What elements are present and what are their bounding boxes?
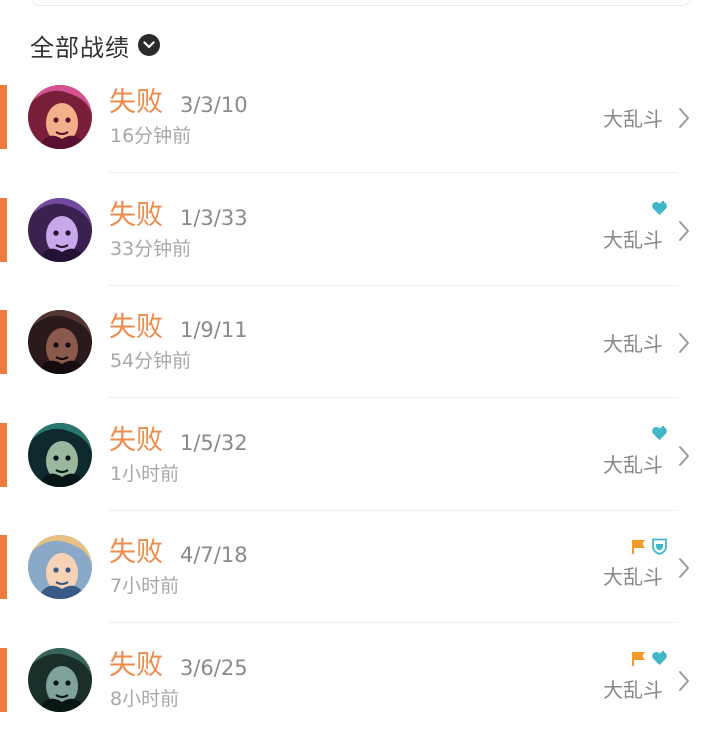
champion-avatar <box>28 85 92 149</box>
section-title: 全部战绩 <box>30 33 130 62</box>
champion-avatar <box>28 535 92 600</box>
result-indicator-bar <box>0 85 7 149</box>
flag-icon <box>632 652 645 667</box>
match-badges <box>651 425 668 443</box>
champion-portrait-green-snake <box>28 422 92 487</box>
match-row[interactable]: 失败 1/3/33 33分钟前 大乱斗 <box>0 193 720 306</box>
chevron-right-icon[interactable] <box>676 443 692 469</box>
result-indicator-bar <box>0 422 7 487</box>
chevron-right-icon[interactable] <box>676 218 692 244</box>
match-time-ago: 33分钟前 <box>110 237 192 260</box>
result-indicator-bar <box>0 310 7 375</box>
champion-portrait-dark-rock <box>28 310 92 375</box>
match-list: 失败 3/3/10 16分钟前 大乱斗 失败 1/3/33 33分钟前 大乱斗 失败 1/9/11… <box>0 80 720 756</box>
match-result-label: 失败 <box>109 649 163 681</box>
kda-score: 1/3/33 <box>180 205 248 230</box>
match-time-ago: 1小时前 <box>110 462 180 485</box>
match-result-label: 失败 <box>109 424 163 456</box>
heal-heart-icon <box>652 426 667 441</box>
match-time-ago: 54分钟前 <box>110 350 192 373</box>
result-indicator-bar <box>0 197 7 262</box>
game-mode-label: 大乱斗 <box>603 332 663 357</box>
champion-portrait-dark-green <box>28 647 92 712</box>
champion-avatar <box>28 197 92 262</box>
match-row[interactable]: 失败 1/5/32 1小时前 大乱斗 <box>0 418 720 531</box>
match-time-ago: 7小时前 <box>110 575 180 598</box>
row-divider <box>108 509 678 511</box>
champion-avatar <box>28 647 92 712</box>
kda-score: 3/6/25 <box>180 655 248 680</box>
champion-avatar <box>28 422 92 487</box>
champion-portrait-pink-hair <box>28 85 92 149</box>
match-row[interactable]: 失败 1/9/11 54分钟前 大乱斗 <box>0 305 720 418</box>
row-divider <box>108 397 678 399</box>
game-mode-label: 大乱斗 <box>603 677 663 702</box>
row-divider <box>108 622 678 624</box>
result-indicator-bar <box>0 535 7 600</box>
game-mode-label: 大乱斗 <box>603 565 663 590</box>
match-result-label: 失败 <box>109 199 163 231</box>
champion-portrait-purple-yordle <box>28 197 92 262</box>
match-result-label: 失败 <box>109 87 163 118</box>
chevron-right-icon[interactable] <box>676 668 692 694</box>
filter-dropdown-button[interactable] <box>138 34 160 56</box>
match-badges <box>630 650 668 668</box>
chevron-down-icon <box>143 41 155 49</box>
kda-score: 3/3/10 <box>180 93 248 117</box>
game-mode-label: 大乱斗 <box>603 107 663 131</box>
row-divider <box>108 284 678 286</box>
match-row[interactable]: 失败 3/6/25 8小时前 大乱斗 <box>0 643 720 756</box>
match-result-label: 失败 <box>109 312 163 344</box>
match-time-ago: 16分钟前 <box>110 125 192 147</box>
kda-score: 1/9/11 <box>180 318 248 343</box>
shield-icon <box>652 538 667 555</box>
match-badges <box>630 537 668 555</box>
champion-portrait-blonde <box>28 535 92 600</box>
chevron-right-icon[interactable] <box>676 105 692 131</box>
match-badges <box>651 200 668 218</box>
match-result-label: 失败 <box>109 537 163 569</box>
section-header[interactable]: 全部战绩 <box>30 28 160 62</box>
champion-avatar <box>28 310 92 375</box>
top-card <box>30 0 692 6</box>
kda-score: 4/7/18 <box>180 543 248 568</box>
heal-heart-icon <box>652 201 667 216</box>
chevron-right-icon[interactable] <box>676 555 692 581</box>
match-row[interactable]: 失败 4/7/18 7小时前 大乱斗 <box>0 530 720 643</box>
game-mode-label: 大乱斗 <box>603 227 663 252</box>
chevron-right-icon[interactable] <box>676 330 692 356</box>
game-mode-label: 大乱斗 <box>603 452 663 477</box>
match-row[interactable]: 失败 3/3/10 16分钟前 大乱斗 <box>0 80 720 193</box>
match-time-ago: 8小时前 <box>110 687 180 710</box>
heal-heart-icon <box>652 651 667 666</box>
kda-score: 1/5/32 <box>180 430 248 455</box>
result-indicator-bar <box>0 647 7 712</box>
flag-icon <box>632 539 645 554</box>
row-divider <box>108 172 678 173</box>
